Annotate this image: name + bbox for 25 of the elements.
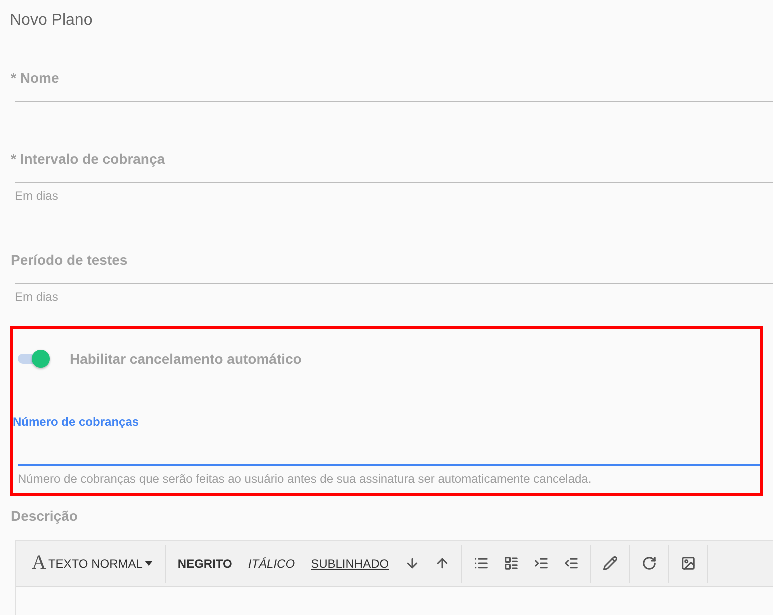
- field-label: Período de testes: [11, 252, 129, 268]
- field-hint: Número de cobranças que serão feitas ao usuário antes de sua assinatura ser automaticamente cancelada.: [18, 472, 593, 486]
- toggle-switch[interactable]: [16, 349, 52, 369]
- indent-icon: [534, 556, 549, 571]
- caret-icon: [144, 561, 153, 566]
- format-button[interactable]: SUBLINHADO: [303, 546, 398, 582]
- field-hint: Em dias: [15, 189, 60, 203]
- page-title: Novo Plano: [10, 12, 94, 30]
- text-style-dropdown[interactable]: ATEXTO NORMAL: [24, 546, 161, 582]
- field-label: Número de cobranças: [13, 414, 140, 430]
- pencil-icon: [602, 556, 618, 571]
- field-label: * Intervalo de cobrança: [11, 151, 166, 167]
- arrow-down-icon: [404, 556, 420, 571]
- redo-icon: [642, 556, 657, 571]
- outdent-icon: [564, 556, 579, 571]
- image-icon: [680, 556, 696, 571]
- list-icon: [474, 556, 489, 571]
- format-button[interactable]: ITÁLICO: [240, 546, 304, 582]
- list-icon: [504, 556, 519, 571]
- toggle-label: Habilitar cancelamento automático: [70, 351, 302, 367]
- format-button[interactable]: NEGRITO: [170, 546, 240, 582]
- field-label: * Nome: [11, 70, 60, 86]
- description-label: Descrição: [11, 508, 79, 524]
- field-hint: Em dias: [15, 290, 60, 304]
- rich-text-editor[interactable]: ATEXTO NORMAL NEGRITO ITÁLICO SUBLINHADO: [15, 540, 773, 615]
